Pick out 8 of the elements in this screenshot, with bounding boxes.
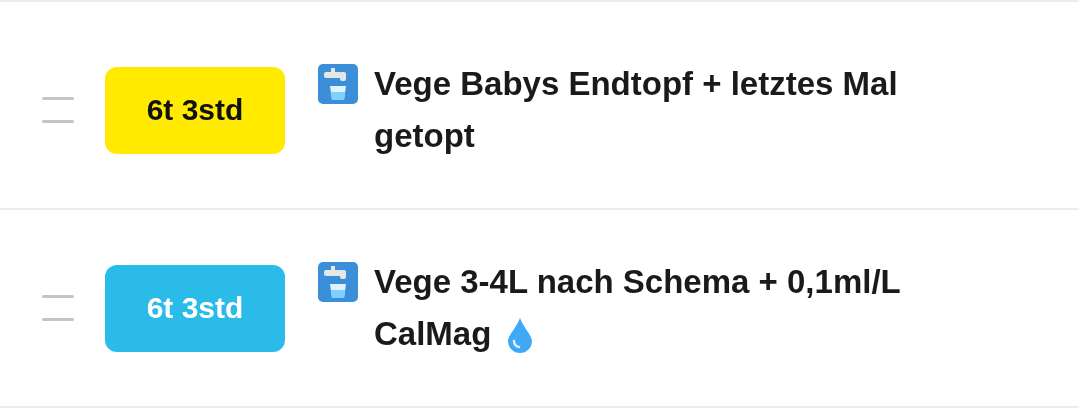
water-tap-icon: [318, 64, 358, 104]
drag-handle-icon[interactable]: [42, 295, 74, 321]
water-tap-icon: [318, 262, 358, 302]
duration-badge: 6t 3std: [105, 66, 285, 154]
duration-badge: 6t 3std: [105, 264, 285, 352]
task-title: Vege 3-4L nach Schema + 0,1ml/L CalMag: [374, 263, 901, 352]
task-title: Vege Babys Endtopf + letztes Mal getopt: [374, 65, 898, 154]
drag-handle-icon[interactable]: [42, 97, 74, 123]
